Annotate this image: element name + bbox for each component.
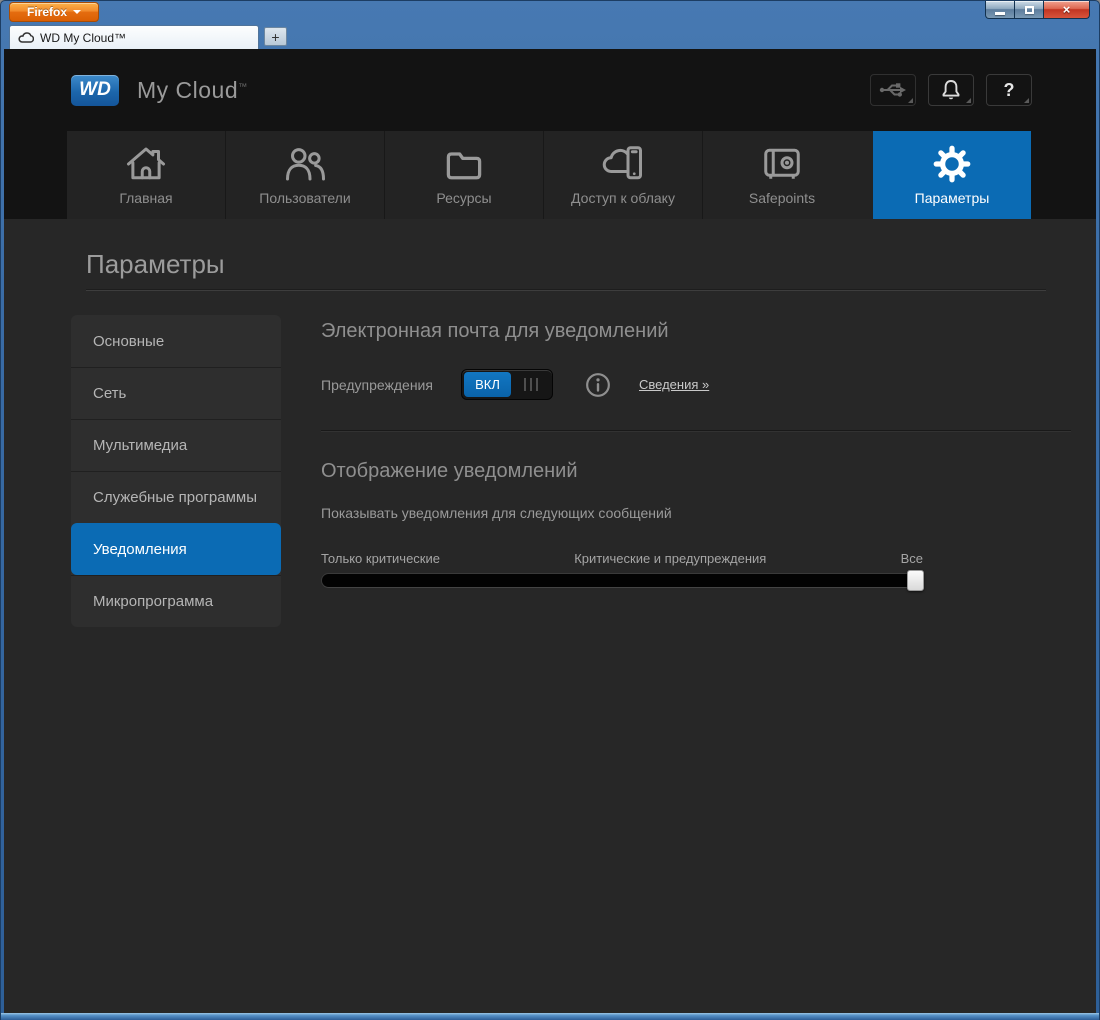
chevron-down-icon xyxy=(73,10,81,14)
wd-my-cloud-page: WD My Cloud™ ? Главная Пользователи Ресу… xyxy=(4,49,1096,1013)
maximize-icon xyxy=(1024,5,1034,14)
slider-track[interactable] xyxy=(321,573,923,588)
browser-tab-bar: WD My Cloud™ + xyxy=(1,23,1099,49)
alerts-button[interactable] xyxy=(928,74,974,106)
usb-icon xyxy=(879,83,906,97)
info-button[interactable] xyxy=(585,372,611,398)
display-section-heading: Отображение уведомлений xyxy=(321,460,578,482)
notification-level-slider[interactable] xyxy=(321,570,924,591)
new-tab-button[interactable]: + xyxy=(264,27,287,46)
maximize-button[interactable] xyxy=(1015,1,1044,19)
browser-tab[interactable]: WD My Cloud™ xyxy=(9,25,259,49)
corner-notch-icon xyxy=(908,98,913,103)
slider-label-critical-only: Только критические xyxy=(321,551,440,566)
page-title: Параметры xyxy=(86,249,225,279)
close-icon: × xyxy=(1062,2,1071,17)
details-link[interactable]: Сведения » xyxy=(639,377,709,392)
nav-tab-label: Ресурсы xyxy=(436,190,492,206)
notifications-panel: Электронная почта для уведомлений Предуп… xyxy=(321,315,1071,627)
sidebar-item-firmware[interactable]: Микропрограмма xyxy=(71,575,281,627)
firefox-menu-label: Firefox xyxy=(26,5,67,19)
sidebar-item-general[interactable]: Основные xyxy=(71,315,281,367)
main-navigation: Главная Пользователи Ресурсы Доступ к об… xyxy=(67,131,1031,219)
email-section-heading: Электронная почта для уведомлений xyxy=(321,320,669,342)
alerts-toggle[interactable]: ВКЛ xyxy=(461,369,553,400)
sidebar-item-media[interactable]: Мультимедиа xyxy=(71,419,281,471)
folder-icon xyxy=(446,152,482,180)
nav-tab-home[interactable]: Главная xyxy=(67,131,225,219)
help-button[interactable]: ? xyxy=(986,74,1032,106)
settings-body: Основные Сеть Мультимедиа Служебные прог… xyxy=(4,315,1096,627)
header-actions: ? xyxy=(870,74,1032,106)
trademark: ™ xyxy=(238,80,248,91)
nav-tab-cloud-access[interactable]: Доступ к облаку xyxy=(543,131,702,219)
gear-icon xyxy=(933,145,971,183)
info-icon xyxy=(586,372,610,397)
safe-icon xyxy=(764,148,800,179)
sidebar-item-utilities[interactable]: Служебные программы xyxy=(71,471,281,523)
users-icon xyxy=(286,148,325,181)
nav-tab-label: Доступ к облаку xyxy=(571,190,675,206)
browser-tab-title: WD My Cloud™ xyxy=(40,30,127,45)
toggle-label: Предупреждения xyxy=(321,376,433,393)
home-icon xyxy=(127,147,165,180)
browser-window: Firefox × WD My Cloud™ + WD My Cloud™ ? … xyxy=(0,0,1100,1020)
alerts-toggle-row: Предупреждения ВКЛ Сведения » xyxy=(321,369,1071,400)
display-section-description: Показывать уведомления для следующих соо… xyxy=(321,505,672,521)
cloud-access-icon xyxy=(602,146,642,180)
corner-notch-icon xyxy=(1024,98,1029,103)
section-divider xyxy=(321,430,1071,432)
nav-tab-label: Пользователи xyxy=(259,190,351,206)
notification-level-slider-group: Только критические Критические и предупр… xyxy=(321,551,924,591)
titlebar[interactable]: Firefox × xyxy=(1,1,1099,23)
slider-thumb[interactable] xyxy=(907,570,924,591)
toggle-on-state: ВКЛ xyxy=(464,372,511,397)
nav-tab-label: Safepoints xyxy=(748,190,816,206)
nav-tab-settings[interactable]: Параметры xyxy=(873,131,1031,219)
window-controls: × xyxy=(985,1,1090,19)
bell-icon xyxy=(942,80,960,100)
nav-tab-label: Главная xyxy=(119,190,173,206)
sidebar-item-network[interactable]: Сеть xyxy=(71,367,281,419)
sidebar-item-notifications[interactable]: Уведомления xyxy=(71,523,281,575)
cloud-favicon-icon xyxy=(18,31,34,43)
slider-labels: Только критические Критические и предупр… xyxy=(321,551,923,566)
slider-label-critical-warnings: Критические и предупреждения xyxy=(574,551,767,566)
brand: WD My Cloud™ xyxy=(71,74,248,106)
nav-tab-users[interactable]: Пользователи xyxy=(225,131,384,219)
nav-tab-shares[interactable]: Ресурсы xyxy=(384,131,543,219)
wd-logo: WD xyxy=(71,74,119,106)
site-header: WD My Cloud™ ? xyxy=(4,49,1096,131)
site-header-band: WD My Cloud™ ? Главная Пользователи Ресу… xyxy=(4,49,1096,219)
nav-tab-safepoints[interactable]: Safepoints xyxy=(702,131,861,219)
corner-notch-icon xyxy=(966,98,971,103)
minimize-button[interactable] xyxy=(985,1,1015,19)
product-name: My Cloud™ xyxy=(137,76,248,103)
question-mark-icon: ? xyxy=(1003,79,1015,100)
title-divider xyxy=(86,289,1046,291)
firefox-menu-button[interactable]: Firefox xyxy=(9,2,99,22)
minimize-icon xyxy=(995,11,1005,15)
usb-button[interactable] xyxy=(870,74,916,106)
close-button[interactable]: × xyxy=(1044,1,1090,19)
nav-tab-label: Параметры xyxy=(914,190,990,206)
settings-sidebar: Основные Сеть Мультимедиа Служебные прог… xyxy=(71,315,281,627)
slider-label-all: Все xyxy=(900,551,923,566)
toggle-grip-icon xyxy=(511,378,550,391)
